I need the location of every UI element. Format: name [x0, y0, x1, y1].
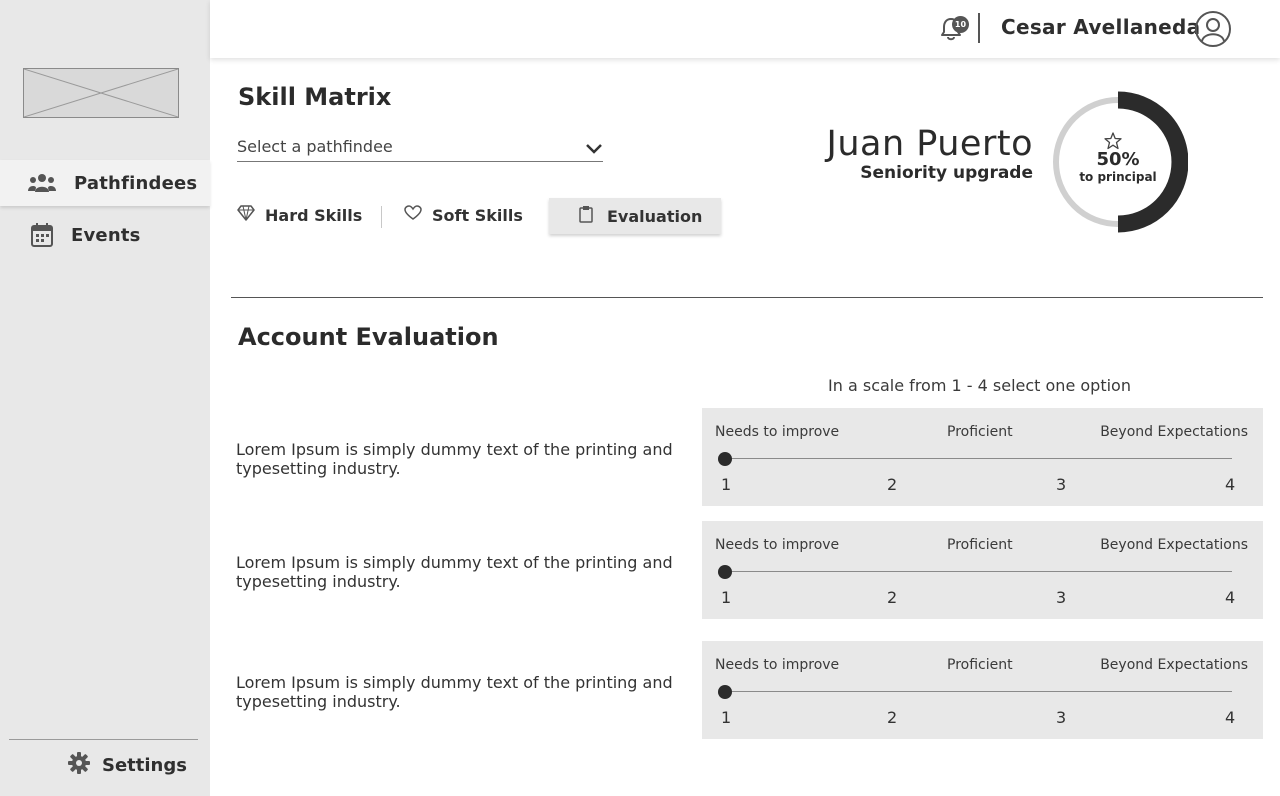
settings-button[interactable]: Settings [68, 750, 187, 780]
avatar-icon[interactable] [1194, 10, 1232, 48]
tab-label: Hard Skills [265, 205, 363, 225]
tab-divider [381, 206, 382, 228]
pathfindee-select[interactable]: Select a pathfindee [237, 134, 603, 162]
scale-label-low: Needs to improve [715, 537, 840, 553]
slider-thumb[interactable] [718, 685, 732, 699]
question-text: Lorem Ipsum is simply dummy text of the … [236, 673, 673, 711]
sidebar-divider [9, 739, 198, 740]
sidebar-item-pathfindees[interactable]: Pathfindees [0, 160, 210, 206]
chevron-down-icon [585, 140, 603, 159]
section-title: Account Evaluation [238, 323, 499, 351]
sidebar-item-label: Events [71, 224, 141, 246]
tab-label: Soft Skills [432, 205, 523, 225]
scale-note: In a scale from 1 - 4 select one option [828, 376, 1131, 395]
scale-number[interactable]: 2 [887, 588, 897, 607]
user-name: Cesar Avellaneda [1001, 15, 1201, 39]
heart-icon [404, 205, 422, 225]
progress-subtitle: to principal [1079, 170, 1157, 184]
gear-icon [68, 752, 90, 778]
diamond-icon [237, 205, 255, 225]
tab-evaluation[interactable]: Evaluation [549, 198, 721, 234]
rating-slider-3: Needs to improve Proficient Beyond Expec… [702, 641, 1263, 739]
clipboard-icon [579, 205, 593, 227]
scale-number[interactable]: 3 [1056, 708, 1066, 727]
scale-label-high: Beyond Expectations [1100, 424, 1248, 440]
calendar-icon [28, 223, 56, 247]
scale-number[interactable]: 3 [1056, 588, 1066, 607]
question-text: Lorem Ipsum is simply dummy text of the … [236, 440, 673, 478]
scale-label-low: Needs to improve [715, 657, 840, 673]
rating-slider-1: Needs to improve Proficient Beyond Expec… [702, 408, 1263, 506]
scale-label-high: Beyond Expectations [1100, 537, 1248, 553]
users-icon [28, 171, 56, 195]
select-value: Select a pathfindee [237, 137, 393, 156]
section-divider [231, 297, 1263, 298]
topbar-divider [978, 13, 980, 43]
sidebar: Pathfindees Events Settings [0, 0, 210, 796]
scale-label-mid: Proficient [947, 424, 1013, 440]
top-bar: 10 Cesar Avellaneda [210, 0, 1280, 58]
notification-badge: 10 [952, 16, 969, 33]
progress-percent: 50% [1096, 149, 1140, 170]
slider-track[interactable] [725, 571, 1232, 572]
slider-thumb[interactable] [718, 565, 732, 579]
scale-number[interactable]: 4 [1225, 475, 1235, 494]
scale-label-mid: Proficient [947, 537, 1013, 553]
scale-number[interactable]: 1 [721, 588, 731, 607]
slider-thumb[interactable] [718, 452, 732, 466]
question-text: Lorem Ipsum is simply dummy text of the … [236, 553, 673, 591]
scale-number[interactable]: 1 [721, 708, 731, 727]
pathfindee-name: Juan Puerto [826, 124, 1033, 164]
slider-track[interactable] [725, 691, 1232, 692]
tab-soft-skills[interactable]: Soft Skills [404, 198, 523, 232]
tab-label: Evaluation [607, 206, 703, 226]
scale-number[interactable]: 3 [1056, 475, 1066, 494]
scale-number[interactable]: 1 [721, 475, 731, 494]
pathfindee-subtitle: Seniority upgrade [860, 163, 1033, 183]
settings-label: Settings [102, 754, 187, 776]
tab-hard-skills[interactable]: Hard Skills [237, 198, 362, 232]
scale-number[interactable]: 2 [887, 475, 897, 494]
scale-number[interactable]: 4 [1225, 708, 1235, 727]
page-title: Skill Matrix [238, 83, 392, 111]
slider-track[interactable] [725, 458, 1232, 459]
sidebar-item-events[interactable]: Events [0, 212, 210, 258]
sidebar-item-label: Pathfindees [74, 172, 198, 194]
scale-label-high: Beyond Expectations [1100, 657, 1248, 673]
scale-label-low: Needs to improve [715, 424, 840, 440]
logo-placeholder [23, 68, 179, 118]
rating-slider-2: Needs to improve Proficient Beyond Expec… [702, 521, 1263, 619]
scale-number[interactable]: 2 [887, 708, 897, 727]
scale-label-mid: Proficient [947, 657, 1013, 673]
scale-number[interactable]: 4 [1225, 588, 1235, 607]
